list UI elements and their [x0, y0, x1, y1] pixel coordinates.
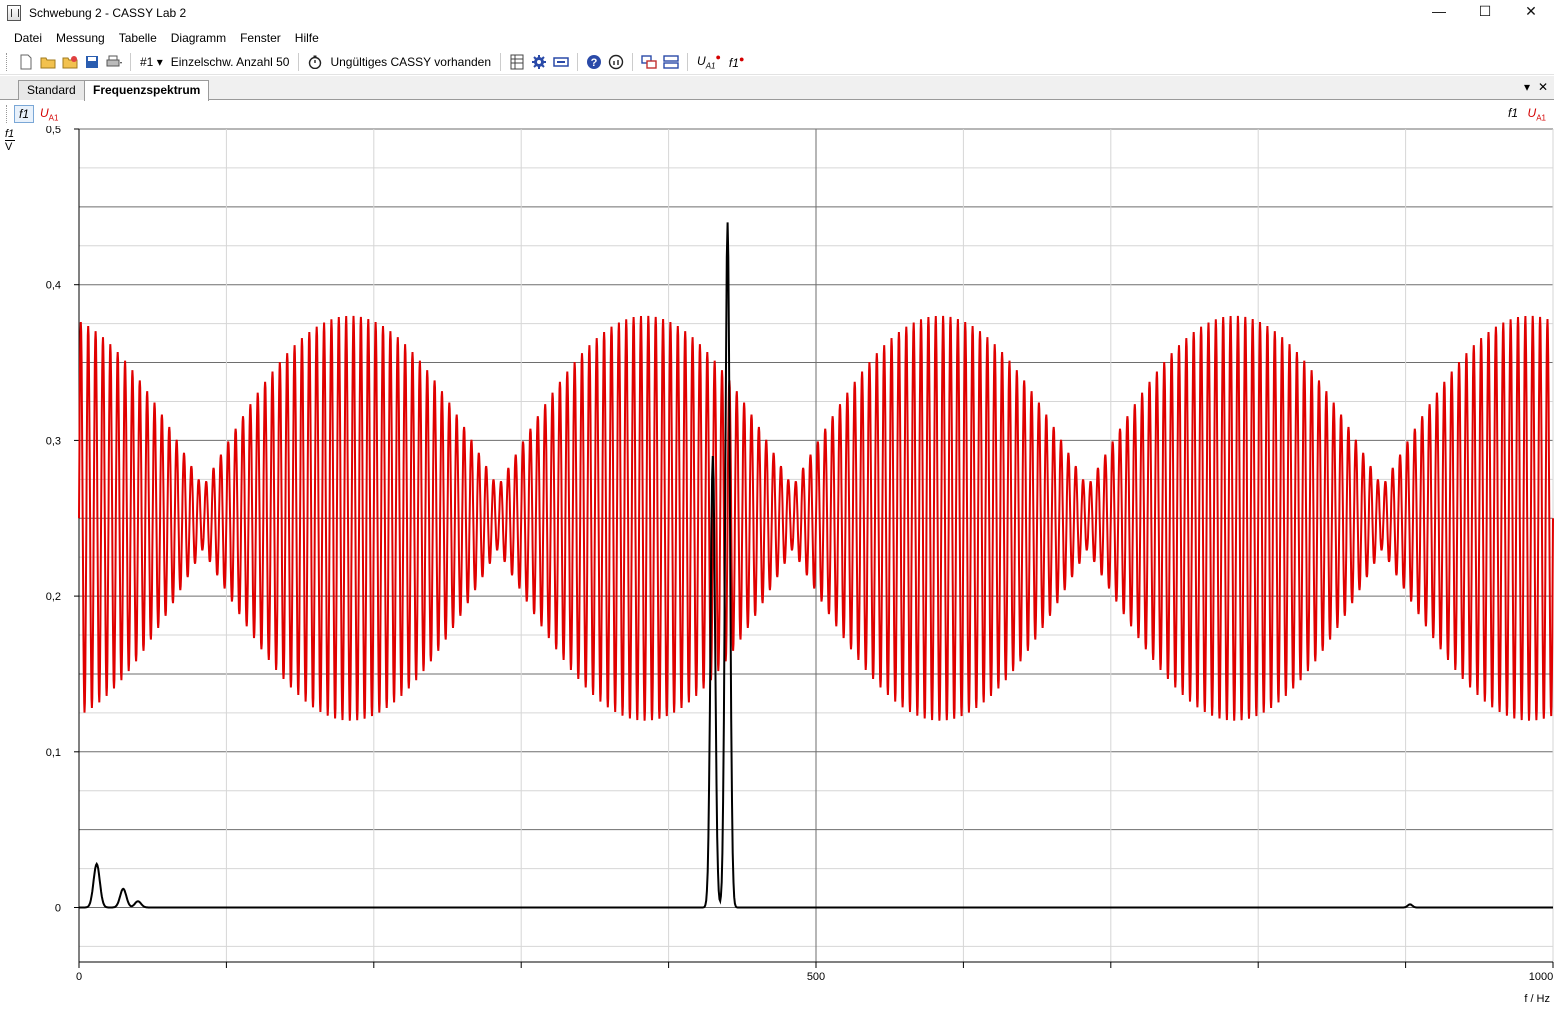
y-axis-ticks: 0 0,1 0,2 0,3 0,4 0,5	[46, 126, 79, 915]
menu-hilfe[interactable]: Hilfe	[288, 31, 326, 45]
y-tick-label: 0,2	[46, 591, 61, 603]
app-icon	[7, 5, 21, 21]
window-controls: — ☐ ✕	[1416, 0, 1554, 26]
settings-gear-icon[interactable]	[530, 53, 548, 71]
open-folder-icon[interactable]	[39, 53, 57, 71]
u-a1-quantity[interactable]: UA1●	[693, 52, 725, 70]
f1-label: f1	[728, 55, 739, 70]
maximize-button[interactable]: ☐	[1462, 0, 1508, 22]
toolbar-separator	[577, 52, 579, 71]
toolbar-grip[interactable]	[6, 52, 9, 71]
cassy-status[interactable]: Ungültiges CASSY vorhanden	[326, 55, 495, 69]
info-icon[interactable]	[607, 53, 625, 71]
series-bar-grip	[6, 105, 7, 123]
spectrum-plot[interactable]: 0 0,1 0,2 0,3 0,4 0,5 0 500 1000	[0, 126, 1554, 992]
title-bar: Schwebung 2 - CASSY Lab 2 — ☐ ✕	[0, 0, 1554, 26]
menu-bar: Datei Messung Tabelle Diagramm Fenster H…	[0, 27, 1554, 48]
toolbar-separator	[632, 52, 634, 71]
series-u-sub: A1	[48, 113, 59, 123]
right-u-sub: A1	[1536, 113, 1546, 123]
open-example-icon[interactable]	[61, 53, 79, 71]
x-axis-ticks: 0 500 1000	[76, 962, 1554, 983]
toolbar-separator	[500, 52, 502, 71]
menu-messung[interactable]: Messung	[49, 31, 112, 45]
series-f1-button[interactable]: f1	[14, 105, 35, 123]
menu-diagramm[interactable]: Diagramm	[164, 31, 233, 45]
x-tick-label: 500	[807, 971, 825, 983]
toolbar-separator	[298, 52, 300, 71]
f1-quantity[interactable]: f1●	[725, 54, 748, 70]
channel-label: #1	[140, 54, 154, 69]
x-axis-unit: f / Hz	[1524, 993, 1550, 1005]
u-sub-label: A1	[705, 61, 716, 71]
menu-tabelle[interactable]: Tabelle	[112, 31, 164, 45]
x-tick-label: 1000	[1529, 971, 1553, 983]
menu-datei[interactable]: Datei	[7, 31, 49, 45]
toolbar-separator	[687, 52, 689, 71]
right-u-label: U	[1527, 106, 1537, 120]
tab-close-icon[interactable]: ✕	[1538, 80, 1548, 94]
display-icon[interactable]	[552, 53, 570, 71]
window-tile-icon[interactable]	[662, 53, 680, 71]
save-icon[interactable]	[83, 53, 101, 71]
toolbar-separator	[130, 52, 131, 71]
y-tick-label: 0	[55, 903, 61, 915]
tab-frequenzspektrum[interactable]: Frequenzspektrum	[84, 80, 210, 101]
print-icon[interactable]	[105, 53, 123, 71]
series-ua1-button[interactable]: UA1	[36, 105, 62, 123]
table-icon[interactable]	[508, 53, 526, 71]
y-tick-label: 0,4	[46, 280, 61, 292]
y-tick-label: 0,1	[46, 747, 61, 759]
right-axis-ua1-button[interactable]: UA1	[1524, 105, 1550, 123]
tab-standard[interactable]: Standard	[18, 80, 85, 100]
stopwatch-icon[interactable]	[306, 53, 324, 71]
window-arrange-icon[interactable]	[640, 53, 658, 71]
u-label: U	[697, 54, 706, 69]
window-title: Schwebung 2 - CASSY Lab 2	[29, 6, 187, 20]
svg-text:?: ?	[591, 57, 598, 69]
chart-series-bar: f1 UA1 f1 UA1	[0, 101, 1554, 126]
x-tick-label: 0	[76, 971, 82, 983]
tab-dropdown-icon[interactable]: ▾	[1524, 80, 1530, 94]
tab-strip: Standard Frequenzspektrum ▾ ✕	[0, 76, 1554, 101]
toolbar: #1 ▾ Einzelschw. Anzahl 50 Ungültiges CA…	[0, 49, 1554, 75]
red-dot-icon: ●	[715, 52, 721, 63]
close-button[interactable]: ✕	[1508, 0, 1554, 22]
y-tick-label: 0,3	[46, 435, 61, 447]
minimize-button[interactable]: —	[1416, 0, 1462, 22]
help-icon[interactable]: ?	[585, 53, 603, 71]
channel-selector[interactable]: #1 ▾	[136, 55, 167, 69]
red-dot-icon: ●	[738, 53, 745, 64]
y-tick-label: 0,5	[46, 126, 61, 136]
right-axis-f1-button[interactable]: f1	[1504, 105, 1522, 123]
menu-fenster[interactable]: Fenster	[233, 31, 288, 45]
series-u-label: U	[40, 106, 49, 120]
new-file-icon[interactable]	[17, 53, 35, 71]
measurement-mode[interactable]: Einzelschw. Anzahl 50	[167, 55, 294, 69]
